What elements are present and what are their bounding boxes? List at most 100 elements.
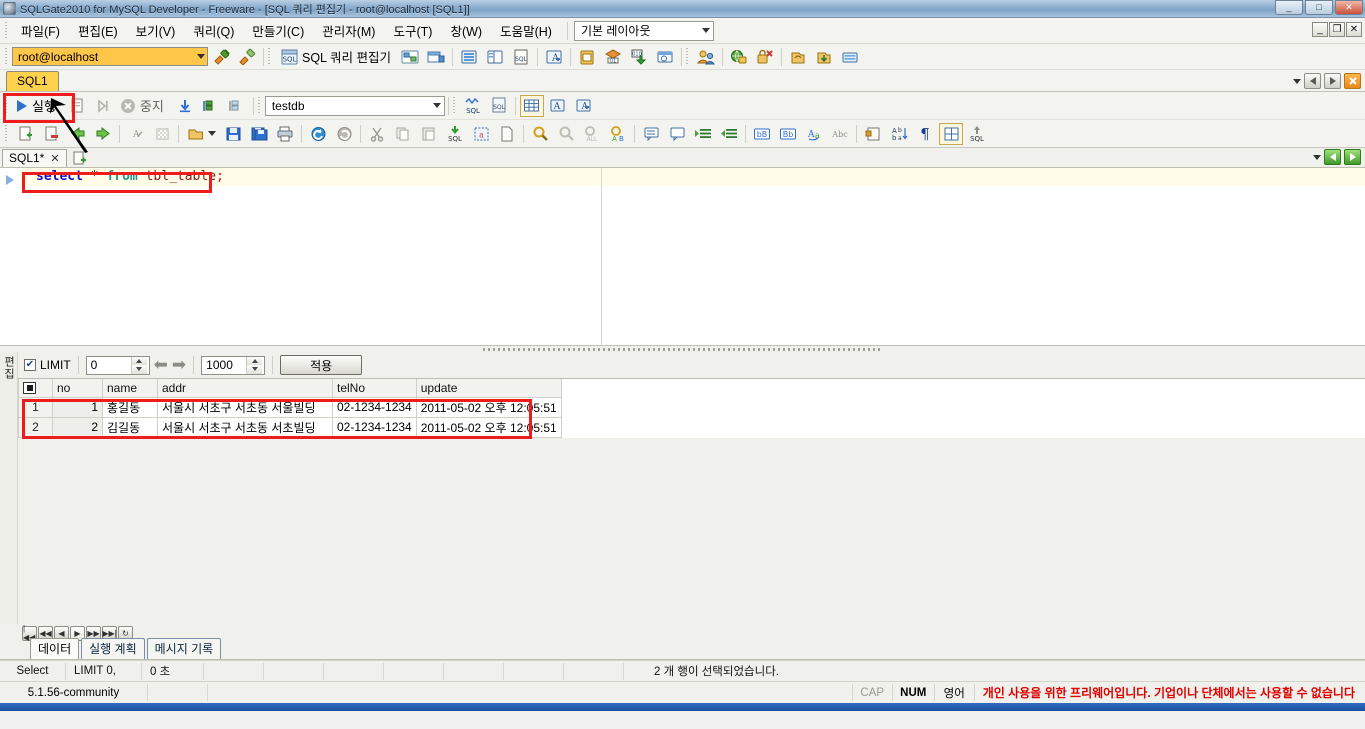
font-settings-button[interactable]: A — [542, 46, 566, 68]
table-row[interactable]: 2 2 김길동 서울시 서초구 서초동 서초빌딩 02-1234-1234 20… — [18, 416, 562, 438]
limit-offset-arrows[interactable] — [130, 356, 147, 374]
limit-count-input[interactable] — [202, 357, 247, 373]
menu-admin[interactable]: 관리자(M) — [313, 18, 384, 43]
select-all-cell[interactable] — [18, 379, 53, 398]
limit-offset-up[interactable] — [131, 356, 147, 365]
font-size-button[interactable]: A — [572, 95, 596, 117]
comment-block-button[interactable] — [639, 123, 663, 145]
layout-combo[interactable]: 기본 레이아웃 — [573, 20, 714, 41]
execute-step-button[interactable] — [91, 95, 115, 117]
mail-export-button[interactable] — [653, 46, 677, 68]
redo-button[interactable] — [332, 123, 356, 145]
open-file-button[interactable] — [183, 123, 207, 145]
clear-formatting-button[interactable]: A — [124, 123, 148, 145]
cell-update[interactable]: 2011-05-02 오후 12:05:51 — [415, 416, 562, 438]
cell-addr[interactable]: 서울시 서초구 서초동 서울빌딩 — [157, 396, 333, 418]
limit-checkbox[interactable] — [24, 359, 36, 371]
tab-next-button[interactable] — [1324, 73, 1341, 89]
table-row[interactable]: 1 1 홍길동 서울시 서초구 서초동 서울빌딩 02-1234-1234 20… — [18, 396, 562, 418]
database-tools-button[interactable] — [838, 46, 862, 68]
save-button[interactable] — [221, 123, 245, 145]
cell-telno[interactable]: 02-1234-1234 — [332, 416, 417, 438]
column-header-no[interactable]: no — [52, 379, 103, 398]
limit-offset-down[interactable] — [131, 365, 147, 374]
menu-create[interactable]: 만들기(C) — [243, 18, 313, 43]
result-grid[interactable]: no name addr telNo update 1 1 홍길동 서울시 서초 — [18, 378, 1365, 438]
select-all-icon[interactable] — [23, 381, 36, 394]
execute-script-button[interactable] — [65, 95, 89, 117]
menu-view[interactable]: 보기(V) — [127, 18, 185, 43]
toolbar-grip-2[interactable] — [267, 47, 272, 66]
undo-button[interactable] — [306, 123, 330, 145]
maximize-button[interactable]: □ — [1305, 0, 1333, 15]
minimize-button[interactable]: _ — [1275, 0, 1303, 15]
open-recent-chevron-icon[interactable] — [208, 131, 216, 136]
next-page-arrow-icon[interactable]: ➡ — [172, 356, 186, 373]
tab-message-log[interactable]: 메시지 기록 — [146, 638, 222, 659]
copy-button[interactable] — [391, 123, 415, 145]
mdi-window-controls[interactable]: _ ❐ ✕ — [1312, 22, 1362, 37]
limit-count-down[interactable] — [247, 365, 263, 374]
cell-name[interactable]: 김길동 — [102, 416, 158, 438]
text-view-button[interactable]: A — [546, 95, 570, 117]
limit-count-up[interactable] — [247, 356, 263, 365]
db-combo-grip[interactable] — [256, 96, 262, 115]
format-grip[interactable] — [451, 96, 457, 115]
sql-history-button[interactable]: SQL — [487, 95, 511, 117]
indent-button[interactable] — [691, 123, 715, 145]
forward-button[interactable] — [91, 123, 115, 145]
editor-tab-next-button[interactable] — [1344, 149, 1361, 165]
mdi-minimize-button[interactable]: _ — [1312, 22, 1328, 37]
case-convert-button[interactable]: A a — [802, 123, 826, 145]
menu-help[interactable]: 도움말(H) — [491, 18, 561, 43]
user-manager-button[interactable] — [694, 46, 718, 68]
stop-button[interactable]: 중지 — [116, 94, 172, 117]
sql-format-button[interactable]: SQL — [461, 95, 485, 117]
column-header-update[interactable]: update — [415, 379, 562, 398]
limit-offset-input[interactable] — [86, 357, 131, 373]
close-icon[interactable]: ✕ — [50, 152, 59, 165]
mdi-close-button[interactable]: ✕ — [1346, 22, 1362, 37]
cell-name[interactable]: 홍길동 — [102, 396, 158, 418]
tab-close-button[interactable] — [1344, 73, 1361, 89]
edit-sidebar[interactable]: 편집 — [0, 352, 18, 624]
sql-query-editor-button[interactable]: SQL SQL 쿼리 편집기 — [275, 45, 397, 68]
cut-button[interactable] — [365, 123, 389, 145]
find-button[interactable] — [528, 123, 552, 145]
menu-window[interactable]: 창(W) — [441, 18, 491, 43]
select-all-button[interactable]: a — [469, 123, 493, 145]
toolbar-grip[interactable] — [4, 47, 9, 66]
prev-page-arrow-icon[interactable]: ⬅ — [154, 356, 168, 373]
toolbar-grip-3[interactable] — [685, 47, 690, 66]
tab-prev-button[interactable] — [1304, 73, 1321, 89]
disconnect-button[interactable] — [235, 46, 259, 68]
connection-combo[interactable]: root@localhost — [12, 47, 208, 66]
close-file-button[interactable] — [39, 123, 63, 145]
execute-button[interactable]: 실행 — [12, 94, 64, 117]
cell-addr[interactable]: 서울시 서초구 서초동 서초빌딩 — [157, 416, 333, 438]
tab-data[interactable]: 데이터 — [30, 638, 80, 659]
table-editor-button[interactable] — [424, 46, 448, 68]
er-diagram-button[interactable] — [398, 46, 422, 68]
menu-grip[interactable] — [4, 21, 9, 40]
paragraph-marks-button[interactable]: ¶ — [913, 123, 937, 145]
outdent-button[interactable] — [717, 123, 741, 145]
cell-update[interactable]: 2011-05-02 오후 12:05:51 — [415, 396, 562, 418]
column-header-name[interactable]: name — [102, 379, 158, 398]
column-header-telno[interactable]: telNo — [332, 379, 417, 398]
row-number[interactable]: 2 — [18, 416, 53, 438]
paste-button[interactable] — [417, 123, 441, 145]
find-all-button[interactable]: ALL — [580, 123, 604, 145]
column-header-addr[interactable]: addr — [157, 379, 333, 398]
row-number[interactable]: 1 — [18, 396, 53, 418]
execute-to-top-button[interactable]: SQL — [965, 123, 989, 145]
cell-no[interactable]: 1 — [52, 396, 103, 418]
close-button[interactable]: ✕ — [1335, 0, 1363, 15]
editor-tab-prev-button[interactable] — [1324, 149, 1341, 165]
database-combo[interactable]: testdb — [264, 95, 445, 116]
menu-file[interactable]: 파일(F) — [12, 18, 69, 43]
limit-count-stepper[interactable] — [201, 355, 266, 375]
sort-lines-button[interactable]: A b b a — [887, 123, 911, 145]
uncomment-block-button[interactable] — [665, 123, 689, 145]
window-controls[interactable]: _ □ ✕ — [1275, 0, 1363, 15]
